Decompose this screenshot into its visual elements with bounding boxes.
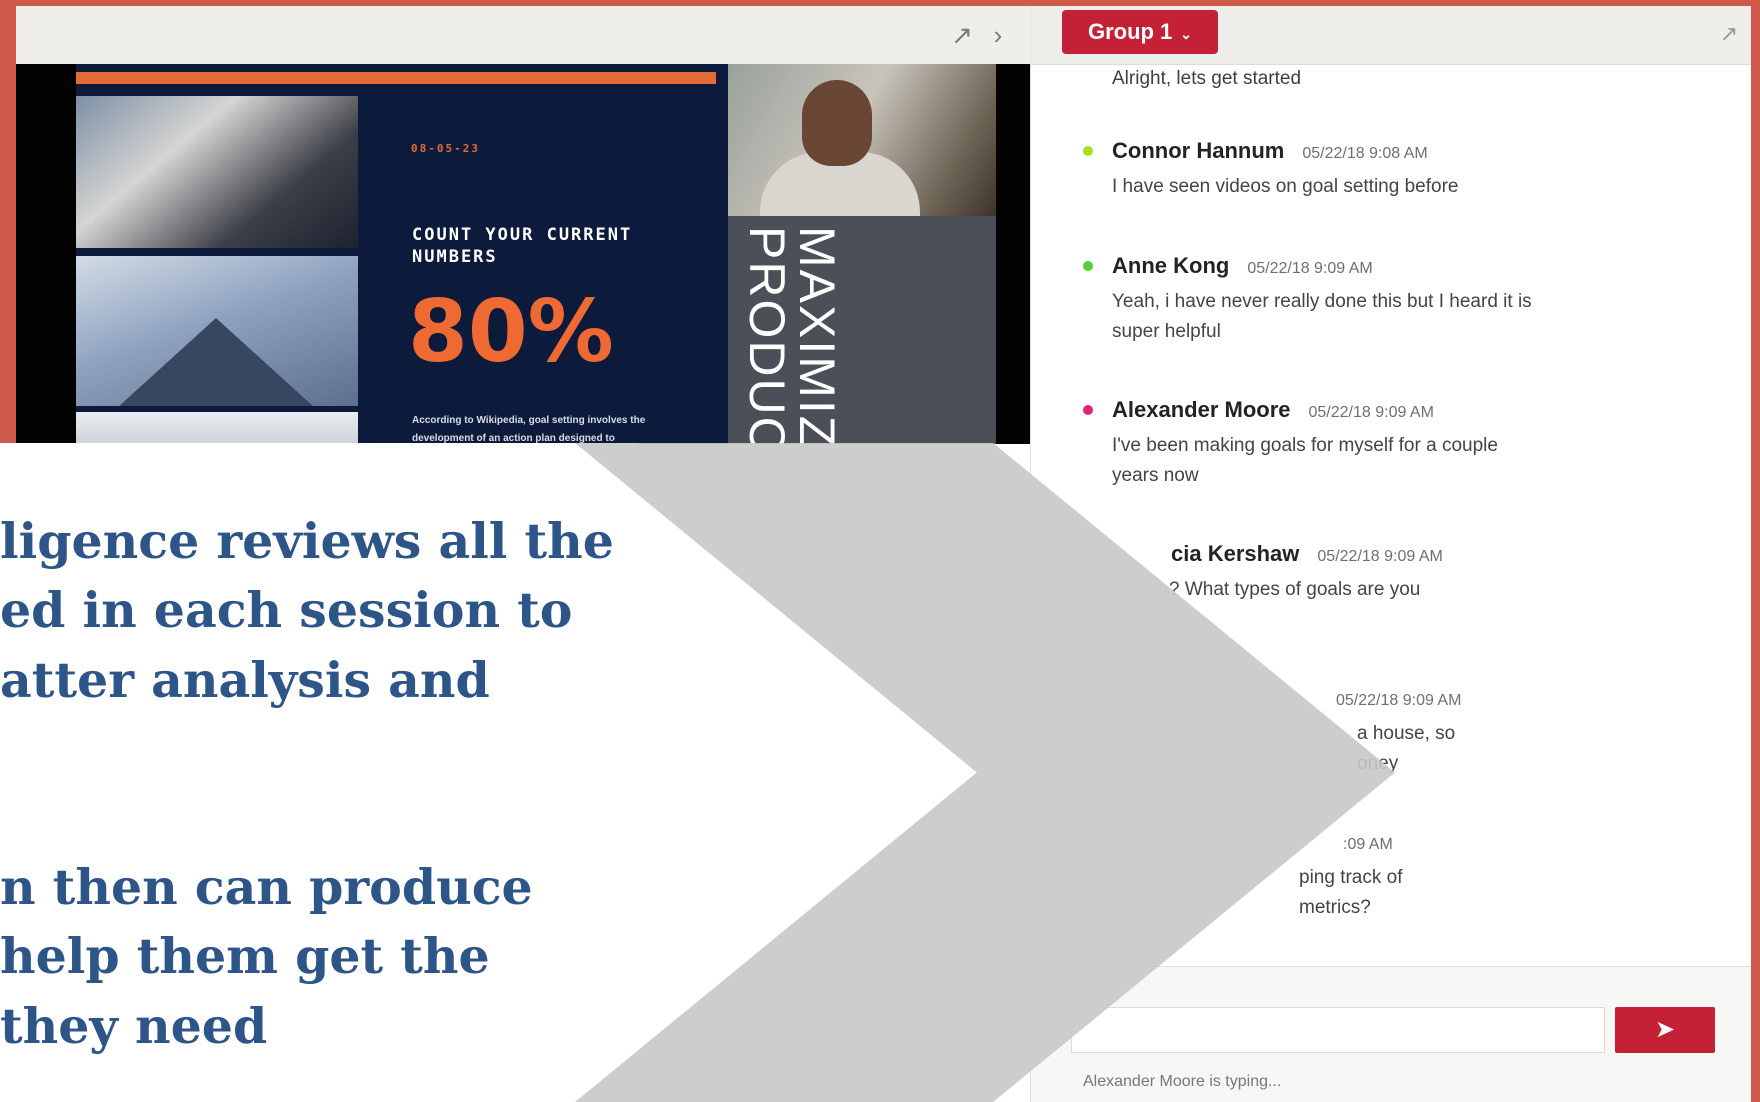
chat-message-time: :09 AM <box>1343 836 1393 853</box>
chat-message-text: I've been making goals for myself for a … <box>1112 435 1498 486</box>
chat-message-time: 05/22/18 9:09 AM <box>1308 404 1434 421</box>
popout-icon[interactable]: ↗ <box>1717 22 1741 46</box>
presenter-video <box>728 64 996 216</box>
chat-message-text: ? What types of goals are you <box>1169 579 1421 600</box>
chat-message-header: cia Kershaw 05/22/18 9:09 AM <box>1171 539 1443 572</box>
chat-composer: ➤ Alexander Moore is typing... <box>1031 966 1751 1102</box>
caption-line: ed in each session to <box>0 581 573 639</box>
chat-message-text: ping track of metrics? <box>1299 867 1403 918</box>
slide: 08-05-23 COUNT YOUR CURRENT NUMBERS 80% … <box>76 64 996 444</box>
send-icon: ➤ <box>1654 1016 1676 1043</box>
chat-message-author: cia Kershaw <box>1171 541 1300 566</box>
chat-message-time: 05/22/18 9:09 AM <box>1317 548 1443 565</box>
presentation-toolbar: ↗ › <box>16 6 1030 65</box>
presentation-viewer: 08-05-23 COUNT YOUR CURRENT NUMBERS 80% … <box>16 64 1030 444</box>
status-dot <box>1083 261 1093 271</box>
send-button[interactable]: ➤ <box>1615 1007 1715 1053</box>
chat-message-header: Alexander Moore 05/22/18 9:09 AM <box>1112 395 1434 428</box>
chat-message-header: :09 AM <box>1343 827 1393 860</box>
slide-vertical-title: MAXIMIZ PRODUC <box>739 226 845 444</box>
slide-body-text: According to Wikipedia, goal setting inv… <box>412 415 646 444</box>
slide-photo-sky <box>76 412 358 444</box>
chat-message-text: Yeah, i have never really done this but … <box>1112 291 1532 342</box>
chat-message-header: 05/22/18 9:09 AM <box>1336 683 1461 716</box>
slide-vertical-panel: MAXIMIZ PRODUC <box>728 216 996 444</box>
caption-line: ligence reviews all the <box>0 512 614 570</box>
chevron-down-icon: ⌄ <box>1180 26 1193 42</box>
chat-message-author: Alexander Moore <box>1112 397 1291 422</box>
chat-message-author: Anne Kong <box>1112 253 1230 278</box>
chat-message-input[interactable] <box>1071 1007 1605 1053</box>
slide-date: 08-05-23 <box>411 142 480 155</box>
slide-photo-writing <box>76 96 358 248</box>
caption-line: atter analysis and <box>0 651 490 709</box>
chat-message-header: Connor Hannum 05/22/18 9:08 AM <box>1112 136 1428 169</box>
chat-message-time: 05/22/18 9:08 AM <box>1302 145 1428 162</box>
building-shape <box>106 318 326 406</box>
popout-icon[interactable]: ↗ <box>948 21 976 49</box>
chat-message-time: 05/22/18 9:09 AM <box>1247 260 1373 277</box>
caption-line: they need <box>0 997 268 1055</box>
chat-message-time: 05/22/18 9:09 AM <box>1336 692 1462 709</box>
group-label: Group 1 <box>1087 19 1173 44</box>
slide-accent-bar <box>76 72 716 84</box>
caption-line: help them get the <box>0 927 490 985</box>
chat-toolbar: Group 1 ⌄ ↗ <box>1031 6 1751 65</box>
presenter-head <box>802 80 872 166</box>
chevron-right-icon[interactable]: › <box>984 21 1012 49</box>
status-dot <box>1083 405 1093 415</box>
slide-photo-building <box>76 256 358 406</box>
chat-message-author: Connor Hannum <box>1112 138 1285 163</box>
chat-message-text: I have seen videos on goal setting befor… <box>1112 176 1459 197</box>
typing-indicator: Alexander Moore is typing... <box>1083 1073 1282 1090</box>
chat-message-text: a house, so oney <box>1357 723 1456 774</box>
slide-percent: 80% <box>408 282 614 382</box>
status-dot <box>1083 146 1093 156</box>
group-selector-button[interactable]: Group 1 ⌄ <box>1062 10 1218 54</box>
slide-heading: COUNT YOUR CURRENT NUMBERS <box>412 225 633 267</box>
chat-message-header: Anne Kong 05/22/18 9:09 AM <box>1112 251 1373 284</box>
caption-line: n then can produce <box>0 858 533 916</box>
chat-message-text: Alright, lets get started <box>1112 68 1302 89</box>
